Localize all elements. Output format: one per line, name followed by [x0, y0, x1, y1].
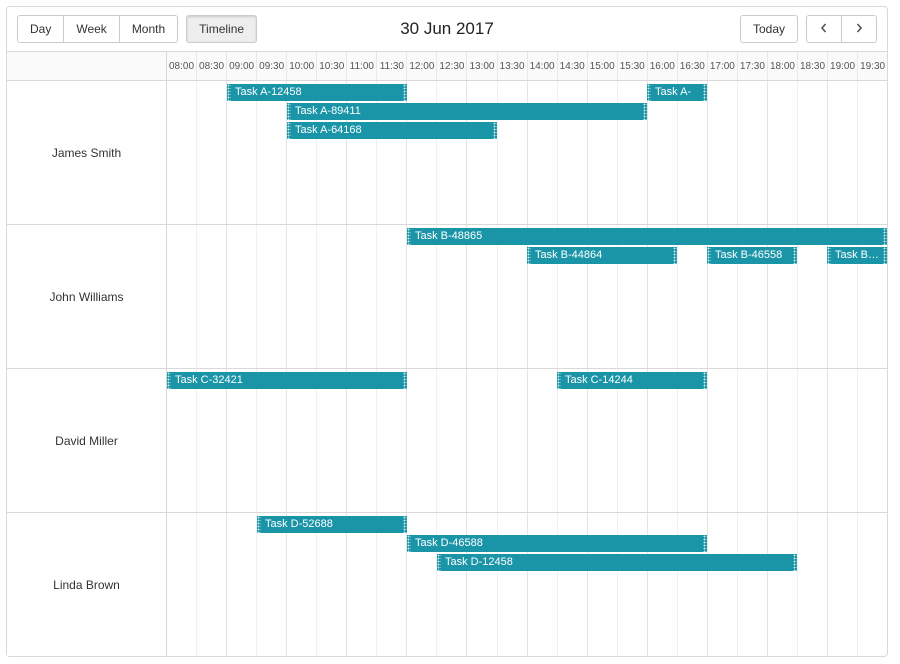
resource-row: John WilliamsTask B-48865Task B-44864Tas…	[7, 225, 887, 369]
resource-lane[interactable]: Task C-32421 Task C-14244	[167, 369, 887, 512]
timeline-event[interactable]: Task A-12458	[227, 84, 407, 101]
timeline-event[interactable]: Task B-46558	[707, 247, 797, 264]
resource-lane[interactable]: Task A-12458 Task A-89411 Task A-64168 Task…	[167, 81, 887, 224]
timeline-event[interactable]: Task C-14244	[557, 372, 707, 389]
time-header-cell: 19:00	[828, 52, 858, 80]
scheduler-root: Day Week Month Timeline 30 Jun 2017 Toda…	[6, 6, 888, 657]
time-header-cell: 18:00	[768, 52, 798, 80]
time-header-cell: 08:30	[197, 52, 227, 80]
timeline-event[interactable]: Task B-45564	[827, 247, 887, 264]
time-header-cell: 17:00	[708, 52, 738, 80]
time-header: 08:0008:3009:0009:3010:0010:3011:0011:30…	[167, 52, 887, 80]
view-timeline-button[interactable]: Timeline	[186, 15, 257, 43]
resource-name-cell: Linda Brown	[7, 513, 167, 656]
timeline-event[interactable]: Task A-	[647, 84, 707, 101]
time-header-cell: 12:30	[437, 52, 467, 80]
time-header-cell: 18:30	[798, 52, 828, 80]
timeline-event[interactable]: Task D-46588	[407, 535, 707, 552]
time-header-cell: 11:30	[377, 52, 407, 80]
time-header-cell: 10:00	[287, 52, 317, 80]
time-header-cell: 13:00	[467, 52, 497, 80]
toolbar: Day Week Month Timeline 30 Jun 2017 Toda…	[7, 7, 887, 51]
resource-row: James SmithTask A-12458Task A-89411Task …	[7, 81, 887, 225]
resource-name-cell: David Miller	[7, 369, 167, 512]
view-month-button[interactable]: Month	[119, 15, 178, 43]
nav-group	[806, 15, 877, 43]
resource-lane[interactable]: Task B-48865 Task B-44864 Task B-46558 Task…	[167, 225, 887, 368]
time-header-cell: 08:00	[167, 52, 197, 80]
time-header-cell: 16:00	[648, 52, 678, 80]
timeline-event[interactable]: Task D-52688	[257, 516, 407, 533]
timeline-event[interactable]: Task A-64168	[287, 122, 497, 139]
resource-name-cell: John Williams	[7, 225, 167, 368]
time-header-cell: 12:00	[407, 52, 437, 80]
timeline-event[interactable]: Task B-48865	[407, 228, 887, 245]
resource-row: David MillerTask C-32421 Task C-14244	[7, 369, 887, 513]
resource-name-cell: James Smith	[7, 81, 167, 224]
time-header-cell: 15:30	[618, 52, 648, 80]
view-switch-group: Day Week Month	[17, 15, 178, 43]
time-header-row: 08:0008:3009:0009:3010:0010:3011:0011:30…	[7, 52, 887, 81]
resource-lane[interactable]: Task D-52688Task D-46588 Task D-12458	[167, 513, 887, 656]
timeline-grid: 08:0008:3009:0009:3010:0010:3011:0011:30…	[7, 51, 887, 656]
view-week-button[interactable]: Week	[63, 15, 119, 43]
time-header-cell: 16:30	[678, 52, 708, 80]
time-header-cell: 14:30	[558, 52, 588, 80]
view-day-button[interactable]: Day	[17, 15, 64, 43]
timeline-rows: James SmithTask A-12458Task A-89411Task …	[7, 81, 887, 656]
time-header-cell: 19:30	[858, 52, 887, 80]
time-header-cell: 13:30	[498, 52, 528, 80]
time-header-cell: 14:00	[528, 52, 558, 80]
timeline-event[interactable]: Task C-32421	[167, 372, 407, 389]
time-header-cell: 17:30	[738, 52, 768, 80]
today-button[interactable]: Today	[740, 15, 798, 43]
prev-button[interactable]	[806, 15, 842, 43]
chevron-left-icon	[819, 21, 829, 37]
time-header-cell: 11:00	[347, 52, 377, 80]
time-header-cell: 09:00	[227, 52, 257, 80]
chevron-right-icon	[854, 21, 864, 37]
timeline-event[interactable]: Task D-12458	[437, 554, 797, 571]
next-button[interactable]	[841, 15, 877, 43]
timeline-event[interactable]: Task B-44864	[527, 247, 677, 264]
time-header-cell: 15:00	[588, 52, 618, 80]
time-header-cell: 10:30	[317, 52, 347, 80]
timeline-event[interactable]: Task A-89411	[287, 103, 647, 120]
resource-row: Linda BrownTask D-52688Task D-46588Task …	[7, 513, 887, 656]
time-header-cell: 09:30	[257, 52, 287, 80]
resource-header-cell	[7, 52, 167, 80]
